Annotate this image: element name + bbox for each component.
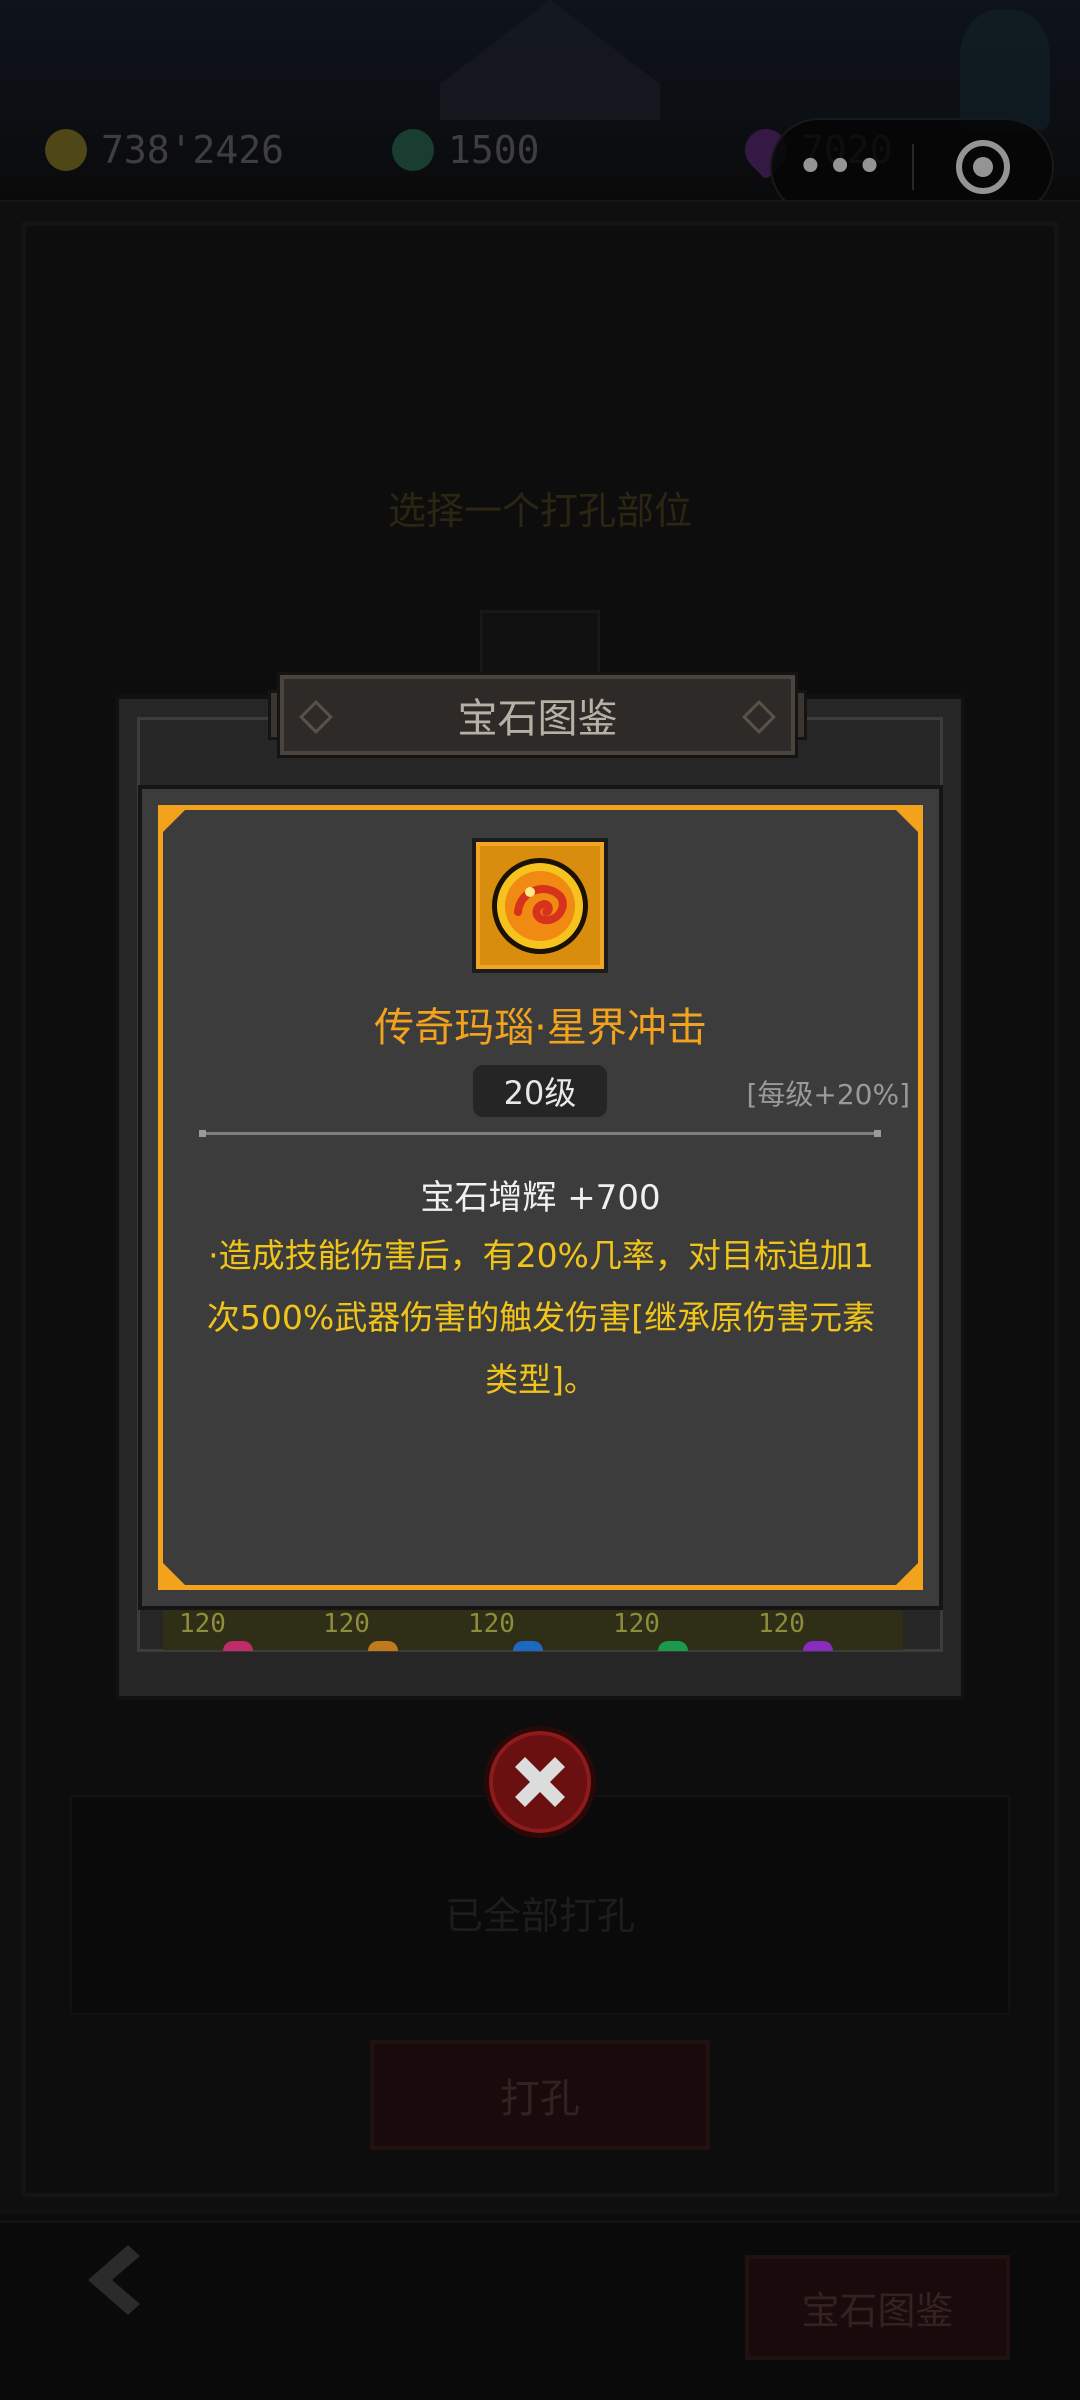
divider <box>199 1130 881 1137</box>
diamond-ornament-icon <box>742 700 776 734</box>
gem-level-label: 120 <box>179 1609 226 1639</box>
gem-thumb-icon <box>223 1641 253 1651</box>
gem-name: 传奇玛瑙·星界冲击 <box>374 1005 707 1051</box>
modal-title-bar: 宝石图鉴 <box>280 675 795 755</box>
close-button[interactable] <box>484 1726 596 1838</box>
gem-thumb-icon <box>803 1641 833 1651</box>
gem-thumb-icon <box>513 1641 543 1651</box>
gem-level-badge: 20级 <box>473 1065 607 1117</box>
gem-level-label: 120 <box>613 1609 660 1639</box>
gem-level-label: 120 <box>323 1609 370 1639</box>
frame-corner <box>893 807 921 835</box>
gem-level-label: 120 <box>758 1609 805 1639</box>
modal-title: 宝石图鉴 <box>457 696 618 742</box>
agate-gem-icon <box>492 858 588 954</box>
gem-level-label: 120 <box>468 1609 515 1639</box>
frame-corner <box>160 807 188 835</box>
diamond-ornament-icon <box>299 700 333 734</box>
close-icon <box>515 1757 565 1807</box>
gem-level-strip: 120 120 120 120 120 <box>163 1605 903 1651</box>
gem-effect-description: ·造成技能伤害后，有20%几率，对目标追加1次500%武器伤害的触发伤害[继承原… <box>206 1236 876 1399</box>
gem-thumb-icon <box>368 1641 398 1651</box>
frame-corner <box>893 1560 921 1588</box>
gem-stat: 宝石增辉 +700 <box>420 1178 661 1218</box>
gem-icon-frame <box>472 838 608 973</box>
gem-thumb-icon <box>658 1641 688 1651</box>
frame-corner <box>160 1560 188 1588</box>
per-level-bonus: [每级+20%] <box>746 1078 910 1111</box>
